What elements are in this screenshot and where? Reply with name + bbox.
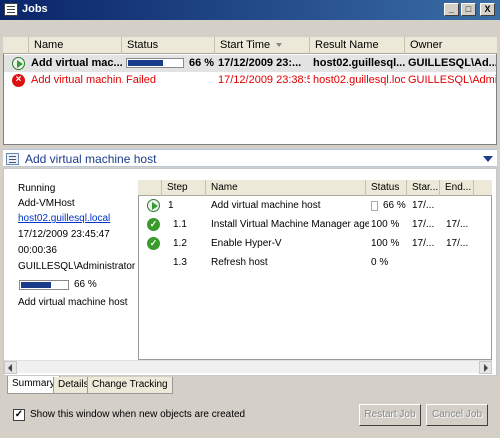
summary-owner: GUILLESQL\Administrator — [18, 261, 136, 272]
summary-start-time: 17/12/2009 23:45:47 — [18, 229, 110, 240]
steps-column-status[interactable]: Status — [366, 180, 407, 196]
steps-column-end[interactable]: End... — [440, 180, 474, 196]
job-start-time: 17/12/2009 23:38:56 — [218, 74, 310, 86]
step-number: 1 — [168, 200, 174, 211]
step-end: 17/... — [446, 219, 469, 230]
step-status: 100 % — [371, 219, 400, 230]
running-icon — [147, 199, 160, 212]
step-status: 0 % — [371, 257, 389, 268]
job-progress-bar — [126, 58, 184, 68]
summary-host-link[interactable]: host02.guillesql.local — [18, 213, 110, 224]
summary-command: Add-VMHost — [18, 198, 75, 209]
job-owner: GUILLESQL\Admini... — [408, 74, 496, 86]
show-window-label[interactable]: Show this window when new objects are cr… — [30, 409, 245, 420]
checkmark-icon: ✓ — [147, 237, 160, 250]
summary-duration: 00:00:36 — [18, 245, 57, 256]
job-status-text: 66 % — [189, 57, 215, 69]
column-start-time[interactable]: Start Time — [215, 37, 310, 54]
section-title: Add virtual machine host — [25, 152, 157, 166]
tab-summary[interactable]: Summary — [7, 376, 60, 394]
step-row[interactable]: ✓ 1.2 Enable Hyper-V 100 % 17/... 17/... — [139, 234, 491, 253]
step-row[interactable]: 1 Add virtual machine host 66 % 17/... — [139, 196, 491, 215]
step-row[interactable]: 1.3 Refresh host 0 % — [139, 253, 491, 272]
job-status-text: Failed — [126, 74, 156, 86]
sort-descending-icon — [276, 43, 283, 48]
job-row-running[interactable]: Add virtual mac... 66 % 17/12/2009 23:..… — [4, 55, 496, 72]
steps-header: Step Name Status Star... End... — [138, 180, 492, 196]
details-section-header[interactable]: Add virtual machine host — [3, 149, 497, 167]
summary-progress-fill — [21, 282, 51, 288]
summary-status: Running — [18, 183, 56, 194]
job-row-failed[interactable]: × Add virtual machin... Failed 17/12/200… — [4, 72, 496, 89]
step-progress-bar — [371, 201, 378, 211]
job-name: Add virtual mac... — [31, 57, 123, 69]
scroll-right-icon[interactable] — [479, 361, 492, 374]
step-name: Refresh host — [211, 257, 268, 268]
cancel-job-button[interactable]: Cancel Job — [426, 404, 488, 426]
job-result-name: host02.guillesql.local — [313, 74, 405, 86]
step-status: 66 % — [383, 200, 406, 211]
show-window-checkbox[interactable]: ✓ — [13, 409, 25, 421]
jobs-header: Name Status Start Time Result Name Owner — [3, 37, 497, 54]
step-name: Add virtual machine host — [211, 200, 321, 211]
step-end: 17/... — [446, 238, 469, 249]
job-progress-fill — [128, 60, 163, 66]
step-name: Enable Hyper-V — [211, 238, 282, 249]
tab-change-tracking[interactable]: Change Tracking — [87, 377, 173, 394]
restart-job-button[interactable]: Restart Job — [359, 404, 421, 426]
job-result-name: host02.guillesql... — [313, 57, 405, 69]
step-number: 1.1 — [173, 219, 187, 230]
job-owner: GUILLESQL\Ad... — [408, 57, 496, 69]
steps-column-step[interactable]: Step — [162, 180, 206, 196]
steps-column-name[interactable]: Name — [206, 180, 366, 196]
close-button[interactable]: X — [480, 3, 495, 16]
job-details-icon — [6, 153, 19, 165]
step-start: 17/... — [412, 200, 435, 211]
column-owner[interactable]: Owner — [405, 37, 497, 54]
collapse-chevron-icon[interactable] — [483, 156, 493, 162]
title-bar: Jobs _ □ X — [0, 0, 500, 20]
step-number: 1.3 — [173, 257, 187, 268]
job-name: Add virtual machin... — [31, 74, 123, 86]
steps-column-start[interactable]: Star... — [407, 180, 440, 196]
summary-progress-text: 66 % — [74, 279, 97, 290]
step-start: 17/... — [412, 219, 435, 230]
summary-description: Add virtual machine host — [18, 297, 128, 308]
step-name: Install Virtual Machine Manager agent — [211, 219, 369, 230]
column-name[interactable]: Name — [29, 37, 122, 54]
column-start-time-label: Start Time — [220, 39, 271, 51]
column-status[interactable]: Status — [122, 37, 215, 54]
column-result-name[interactable]: Result Name — [310, 37, 405, 54]
step-status: 100 % — [371, 238, 400, 249]
job-start-time: 17/12/2009 23:... — [218, 57, 302, 69]
step-row[interactable]: ✓ 1.1 Install Virtual Machine Manager ag… — [139, 215, 491, 234]
step-start: 17/... — [412, 238, 435, 249]
window-title: Jobs — [22, 3, 48, 15]
step-number: 1.2 — [173, 238, 187, 249]
maximize-button[interactable]: □ — [461, 3, 476, 16]
column-icon[interactable] — [3, 37, 29, 54]
steps-column-icon[interactable] — [138, 180, 162, 196]
checkmark-icon: ✓ — [147, 218, 160, 231]
failed-icon: × — [12, 74, 25, 87]
horizontal-scrollbar[interactable] — [4, 360, 492, 374]
summary-progress-bar — [19, 280, 69, 290]
scroll-left-icon[interactable] — [4, 361, 17, 374]
running-icon — [12, 57, 25, 70]
window-icon — [4, 3, 18, 16]
minimize-button[interactable]: _ — [444, 3, 459, 16]
